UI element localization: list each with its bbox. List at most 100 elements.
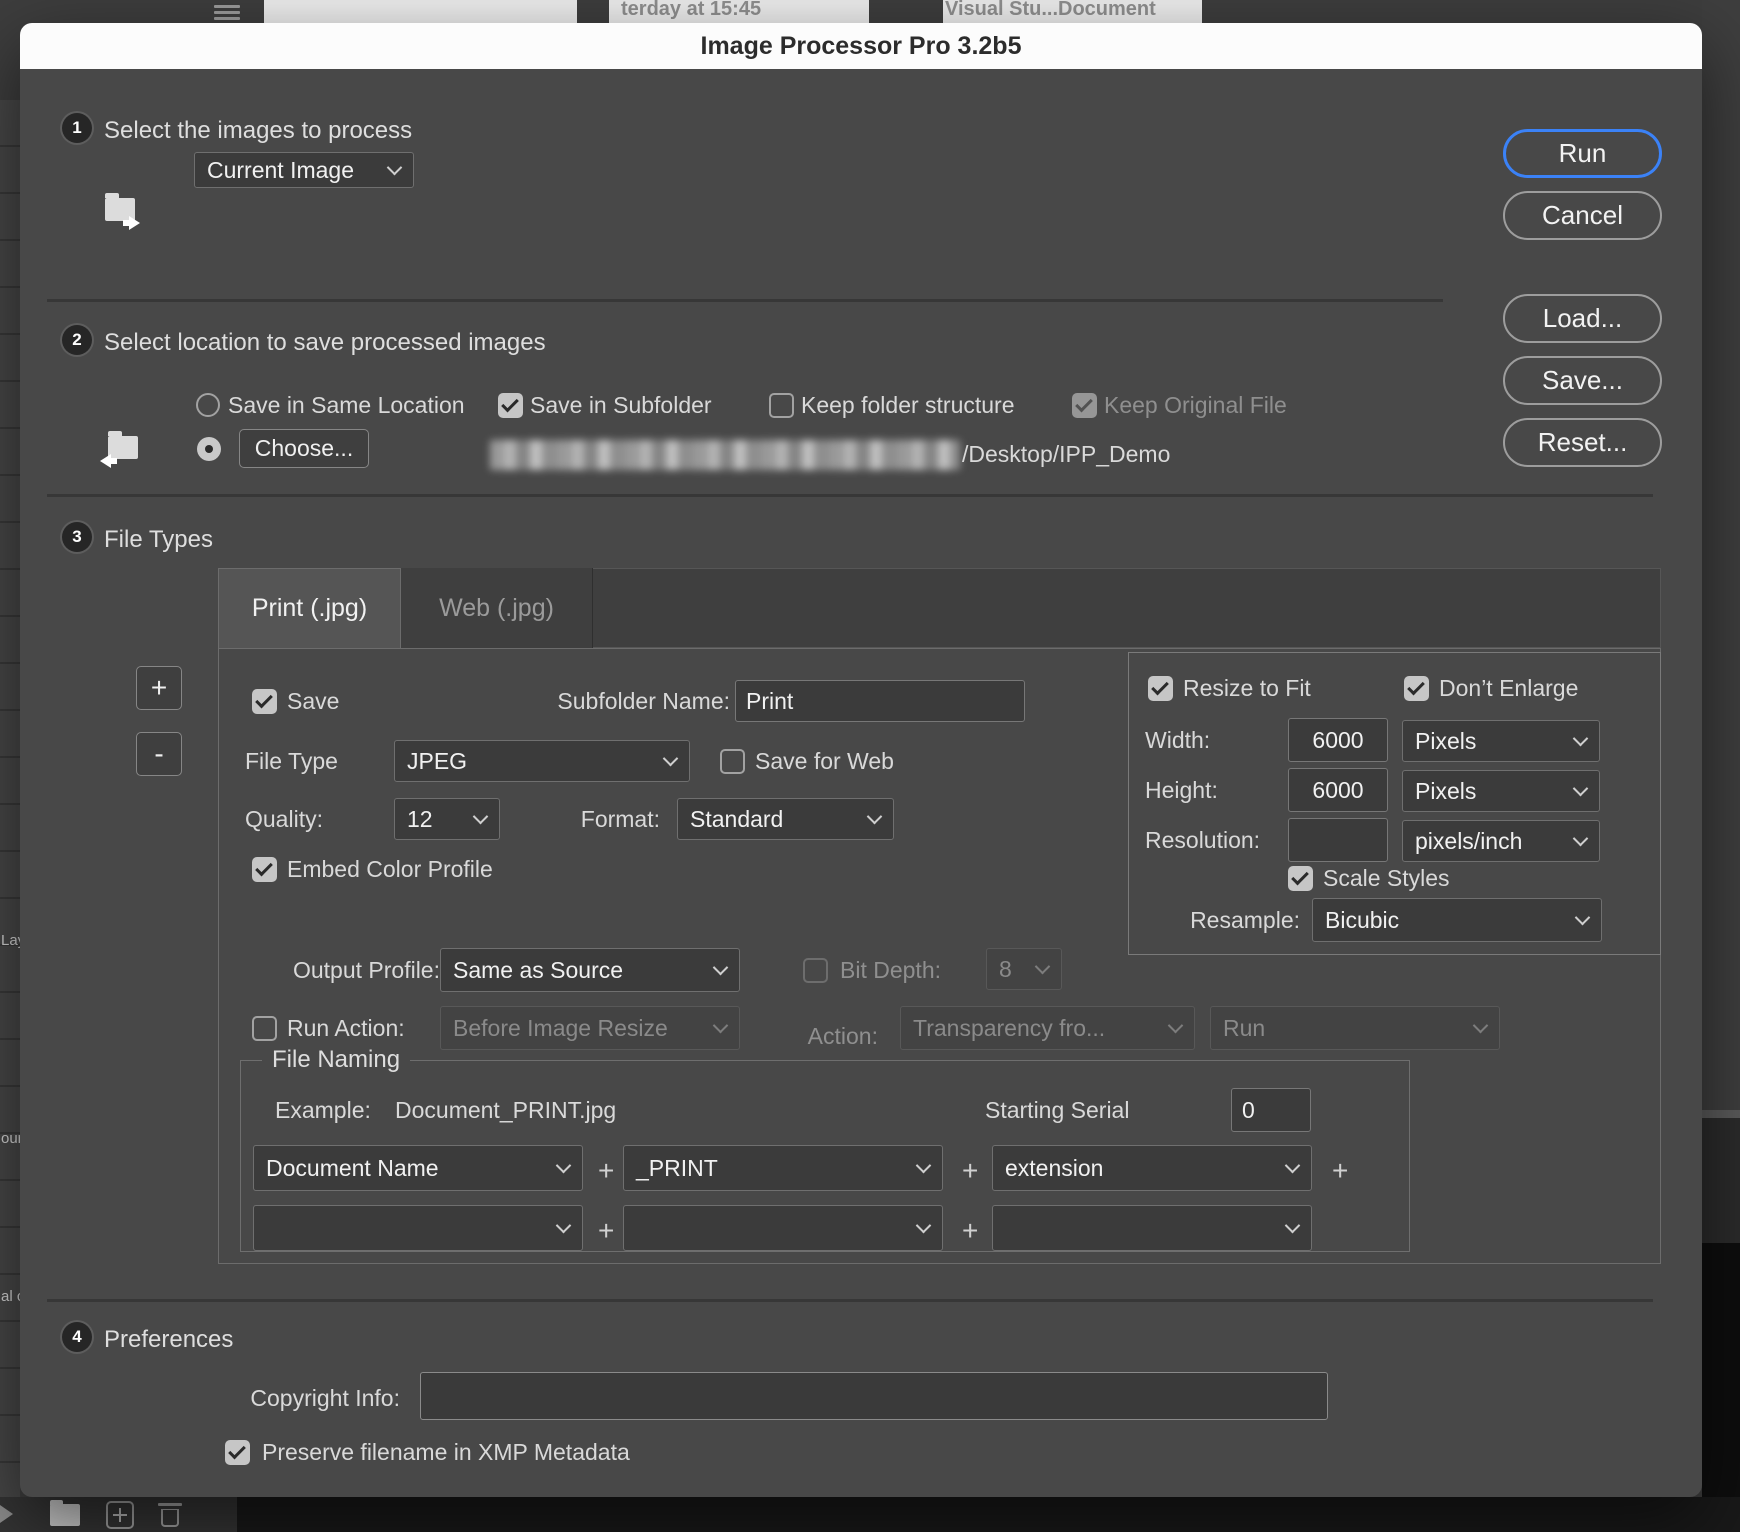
subfolder-name-label: Subfolder Name:	[557, 688, 730, 714]
keep-original-file-label: Keep Original File	[1104, 392, 1287, 418]
choose-button[interactable]: Choose...	[239, 429, 369, 468]
width-unit-dropdown[interactable]: Pixels	[1402, 720, 1600, 762]
chevron-down-icon	[866, 808, 883, 825]
naming-token4-dropdown[interactable]	[253, 1205, 583, 1251]
image-processor-dialog: Image Processor Pro 3.2b5 Run Cancel Loa…	[20, 23, 1702, 1497]
action-label: Action:	[807, 1023, 878, 1049]
width-label: Width:	[1145, 727, 1211, 753]
naming-token2-dropdown[interactable]: _PRINT	[623, 1145, 943, 1191]
height-input[interactable]	[1288, 768, 1388, 812]
background-window-fragment	[264, 0, 577, 23]
copyright-info-input[interactable]	[420, 1372, 1328, 1420]
section3-title: File Types	[104, 526, 213, 553]
file-type-dropdown[interactable]: JPEG	[394, 740, 690, 782]
naming-token6-dropdown[interactable]	[992, 1205, 1312, 1251]
folder-icon[interactable]	[50, 1500, 80, 1526]
bit-depth-label: Bit Depth:	[840, 957, 941, 983]
choose-button-label: Choose...	[254, 435, 354, 461]
background-window-fragment: terday at 15:45	[609, 0, 869, 23]
run-action-checkbox[interactable]	[252, 1016, 277, 1041]
chevron-down-icon	[472, 808, 489, 825]
add-icon[interactable]	[106, 1501, 134, 1529]
dont-enlarge-checkbox[interactable]	[1404, 676, 1429, 701]
chevron-down-icon	[1284, 1217, 1301, 1234]
screenshot-root: terday at 15:45 Visual Stu...Document La…	[0, 0, 1740, 1532]
background-timestamp-text: terday at 15:45	[621, 0, 762, 20]
chevron-down-icon	[555, 1157, 572, 1174]
reset-button[interactable]: Reset...	[1503, 418, 1662, 467]
dialog-title: Image Processor Pro 3.2b5	[700, 31, 1022, 60]
preserve-filename-label: Preserve filename in XMP Metadata	[262, 1439, 630, 1465]
image-source-value: Current Image	[207, 156, 355, 183]
scale-styles-checkbox[interactable]	[1288, 866, 1313, 891]
section2-badge: 2	[62, 325, 92, 355]
naming-token5-dropdown[interactable]	[623, 1205, 943, 1251]
save-path-text: /Desktop/IPP_Demo	[962, 441, 1171, 467]
remove-filetype-button[interactable]: -	[136, 732, 182, 776]
dialog-titlebar[interactable]: Image Processor Pro 3.2b5	[20, 23, 1702, 69]
section-divider	[47, 494, 1653, 497]
resize-to-fit-checkbox[interactable]	[1148, 676, 1173, 701]
section1-title: Select the images to process	[104, 117, 413, 144]
output-profile-label: Output Profile:	[292, 957, 440, 983]
height-label: Height:	[1145, 777, 1218, 803]
tab-print-jpg[interactable]: Print (.jpg)	[218, 568, 401, 648]
action-set-dropdown: Transparency fro...	[900, 1006, 1195, 1050]
save-for-web-checkbox[interactable]	[720, 749, 745, 774]
action-name-dropdown: Run	[1210, 1006, 1500, 1050]
run-button[interactable]: Run	[1503, 129, 1662, 178]
add-filetype-button[interactable]: +	[136, 666, 182, 710]
bit-depth-checkbox	[803, 958, 828, 983]
output-profile-dropdown[interactable]: Same as Source	[440, 948, 740, 992]
layers-panel-fragment: al c	[1, 1288, 20, 1305]
embed-color-profile-checkbox[interactable]	[252, 857, 277, 882]
chevron-down-icon	[915, 1217, 932, 1234]
choose-location-radio[interactable]	[197, 437, 221, 461]
chevron-down-icon	[555, 1217, 572, 1234]
trash-icon[interactable]	[157, 1502, 183, 1527]
background-right-edge	[1702, 1110, 1740, 1118]
resolution-input[interactable]	[1288, 818, 1388, 862]
chevron-down-icon	[915, 1157, 932, 1174]
cancel-button[interactable]: Cancel	[1503, 191, 1662, 240]
save-settings-button[interactable]: Save...	[1503, 356, 1662, 405]
format-dropdown[interactable]: Standard	[677, 798, 894, 840]
file-type-label: File Type	[245, 748, 338, 774]
width-input[interactable]	[1288, 718, 1388, 762]
image-source-dropdown[interactable]: Current Image	[194, 152, 414, 188]
preserve-filename-checkbox[interactable]	[225, 1440, 250, 1465]
chevron-down-icon	[1574, 909, 1591, 926]
save-checkbox[interactable]	[252, 689, 277, 714]
tab-web-jpg[interactable]: Web (.jpg)	[401, 568, 593, 648]
keep-folder-structure-checkbox[interactable]	[769, 393, 794, 418]
save-in-subfolder-checkbox[interactable]	[498, 393, 523, 418]
load-button[interactable]: Load...	[1503, 294, 1662, 343]
naming-token3-dropdown[interactable]: extension	[992, 1145, 1312, 1191]
resolution-unit-dropdown[interactable]: pixels/inch	[1402, 820, 1600, 862]
resize-to-fit-label: Resize to Fit	[1183, 675, 1311, 701]
save-same-location-radio[interactable]	[196, 393, 220, 417]
hamburger-icon[interactable]	[214, 5, 240, 20]
section4-badge: 4	[62, 1322, 92, 1352]
resample-dropdown[interactable]: Bicubic	[1312, 898, 1602, 942]
subfolder-name-input[interactable]	[735, 680, 1025, 722]
naming-token1-dropdown[interactable]: Document Name	[253, 1145, 583, 1191]
background-window-fragment: Visual Stu...Document	[943, 0, 1202, 23]
save-settings-button-label: Save...	[1542, 365, 1623, 395]
example-value: Document_PRINT.jpg	[395, 1097, 617, 1123]
height-unit-dropdown[interactable]: Pixels	[1402, 770, 1600, 812]
quality-dropdown[interactable]: 12	[394, 798, 500, 840]
embed-color-profile-label: Embed Color Profile	[287, 856, 493, 882]
plus-separator: +	[1332, 1155, 1349, 1186]
play-icon[interactable]	[0, 1505, 13, 1523]
background-layers-panel: Lay our al c	[0, 100, 20, 1497]
save-same-location-label: Save in Same Location	[228, 392, 465, 418]
layers-panel-fragment: Lay	[1, 932, 20, 949]
plus-separator: +	[962, 1215, 979, 1246]
quality-label: Quality:	[245, 806, 323, 832]
starting-serial-input[interactable]	[1231, 1088, 1311, 1132]
background-dark-bar	[237, 1497, 1740, 1532]
section2-title: Select location to save processed images	[104, 329, 546, 356]
background-actions-bar	[0, 1497, 237, 1532]
chevron-down-icon	[712, 1017, 729, 1034]
